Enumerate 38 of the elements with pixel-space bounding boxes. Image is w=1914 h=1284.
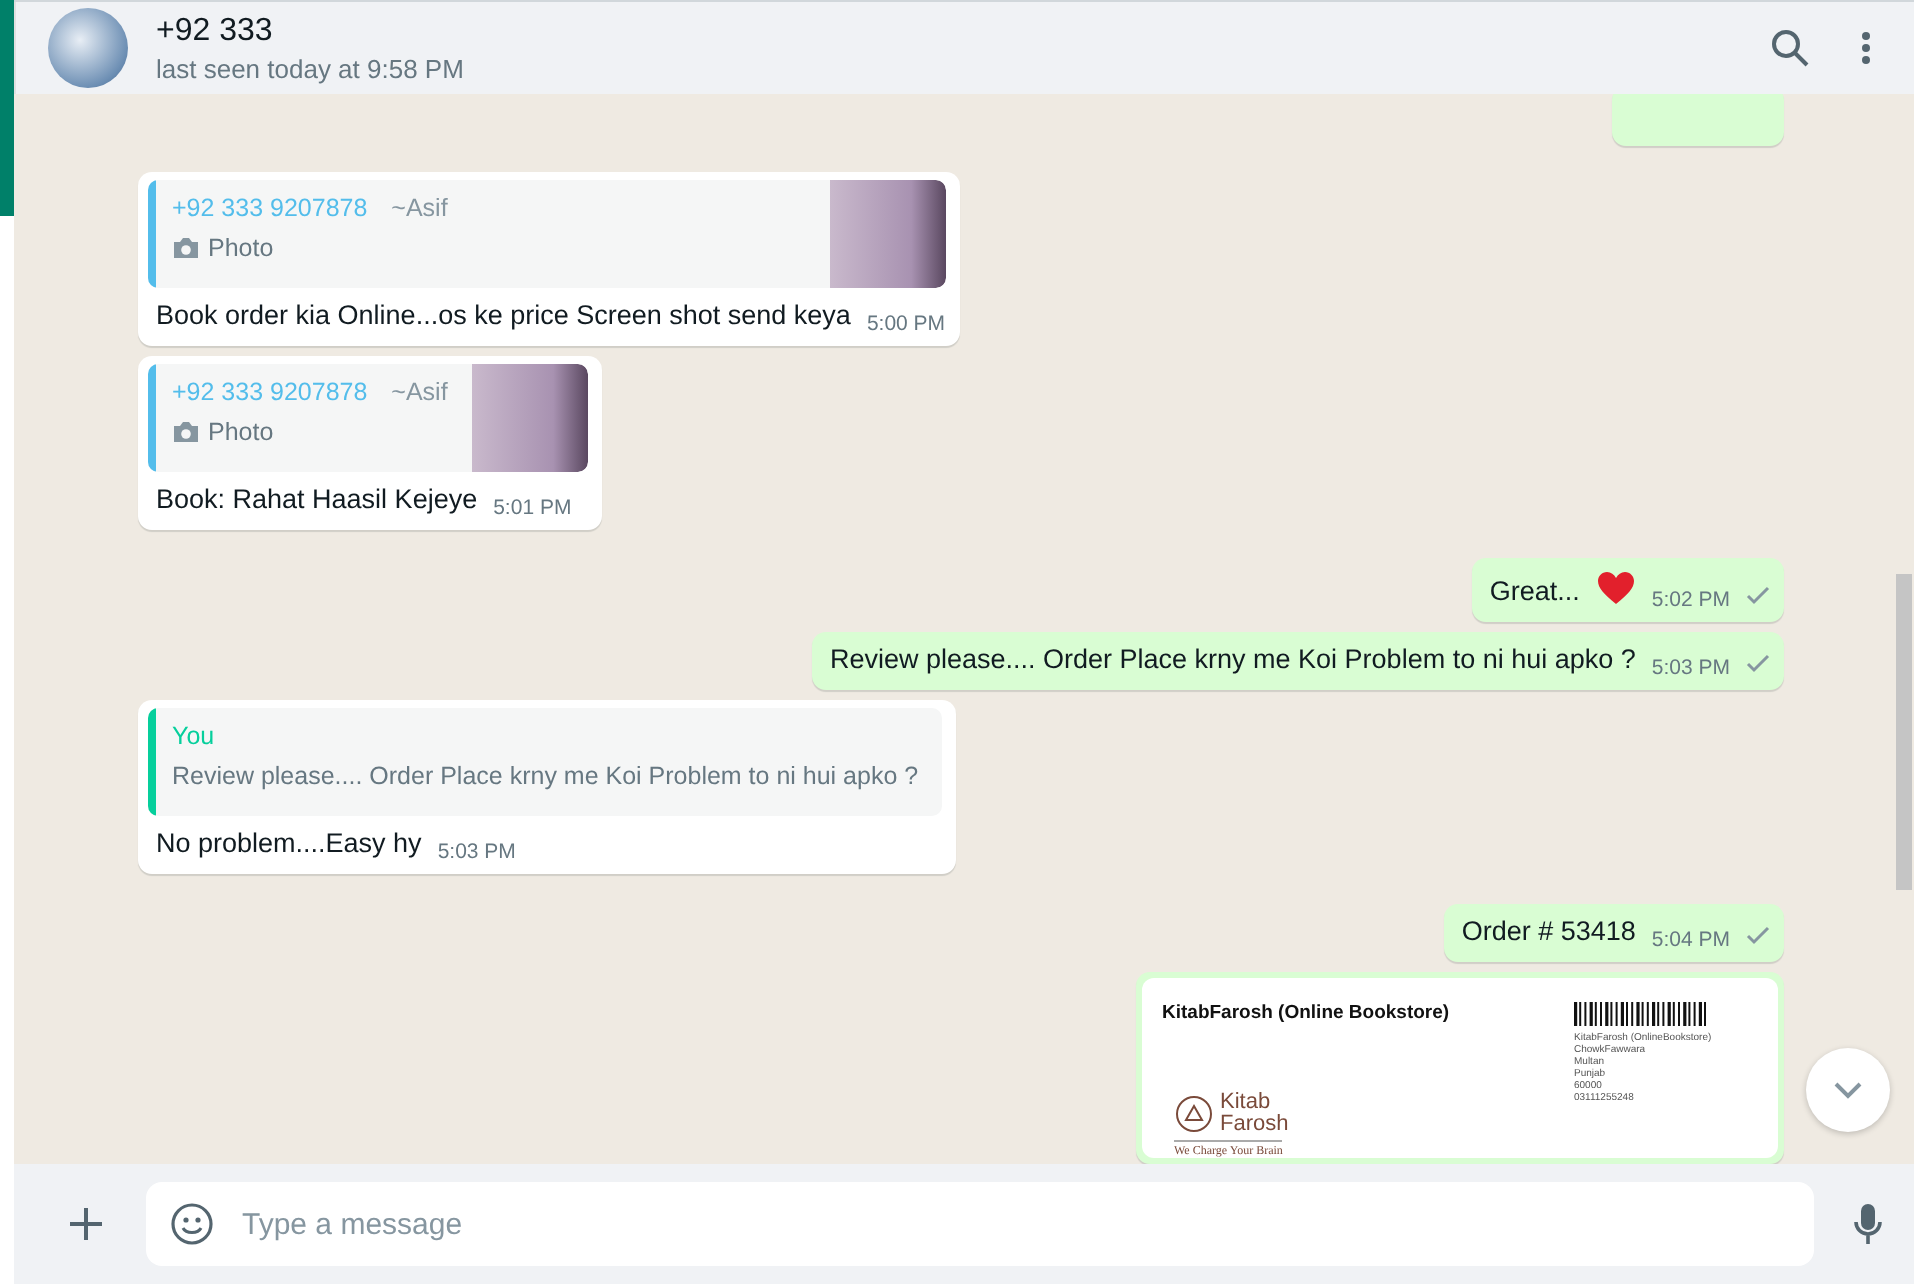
quote-text: Photo <box>208 234 274 262</box>
quoted-message[interactable]: +92 333 9207878 ~Asif Photo <box>148 180 946 288</box>
logo-icon <box>1174 1092 1214 1136</box>
chevron-down-icon <box>1834 1081 1862 1099</box>
photo-placeholder <box>471 364 588 472</box>
logo-text: Farosh <box>1220 1114 1289 1136</box>
message-composer-field[interactable]: Type a message <box>146 1182 1814 1266</box>
smiley-icon[interactable] <box>170 1202 214 1246</box>
quote-author-name: ~Asif <box>391 378 448 406</box>
message-text: Book: Rahat Haasil Kejeye <box>156 484 478 514</box>
message-text: Great... <box>1489 576 1580 606</box>
contact-avatar[interactable] <box>48 8 128 88</box>
logo-text: Kitab <box>1220 1092 1273 1114</box>
message-text: Book order kia Online...os ke price Screen shot send keya <box>156 300 851 330</box>
message-text: Review please.... Order Place krny me Koi Problem to ni hui apko ? <box>829 644 1636 674</box>
message-time: 5:01 PM <box>493 496 572 520</box>
message-text: Order # 53418 <box>1461 916 1636 946</box>
quote-author: +92 333 9207878 <box>172 378 368 406</box>
message-time: 5:00 PM <box>866 312 946 336</box>
message-input-field[interactable]: Type a message <box>238 1205 1790 1243</box>
message-time: 5:03 PM <box>1651 656 1730 680</box>
quote-text: Review please.... Order Place krny me Koi Problem to ni hui apko ? <box>172 762 919 790</box>
scrollbar-thumb[interactable] <box>1896 574 1912 890</box>
quote-author: +92 333 9207878 <box>172 194 368 222</box>
contact-name: +92 333 <box>156 13 275 49</box>
quote-author: You <box>172 722 215 750</box>
quote-text: Photo <box>208 418 274 446</box>
message-time: 5:03 PM <box>437 840 516 864</box>
message-time: 5:04 PM <box>1651 928 1730 952</box>
store-title: KitabFarosh (Online Bookstore) <box>1162 1002 1450 1024</box>
photo-placeholder <box>829 180 946 288</box>
barcode-drawing <box>1574 1002 1710 1026</box>
message-text: No problem....Easy hy <box>156 828 422 858</box>
quoted-message[interactable]: +92 333 9207878 ~Asif Photo <box>148 364 588 472</box>
quoted-message[interactable]: You Review please.... Order Place krny me Koi Problem to ni hui apko ? <box>148 708 943 816</box>
message-time: 5:02 PM <box>1651 588 1730 612</box>
last-seen-status: last seen today at 9:58 PM <box>156 53 466 83</box>
quote-author-name: ~Asif <box>391 194 448 222</box>
